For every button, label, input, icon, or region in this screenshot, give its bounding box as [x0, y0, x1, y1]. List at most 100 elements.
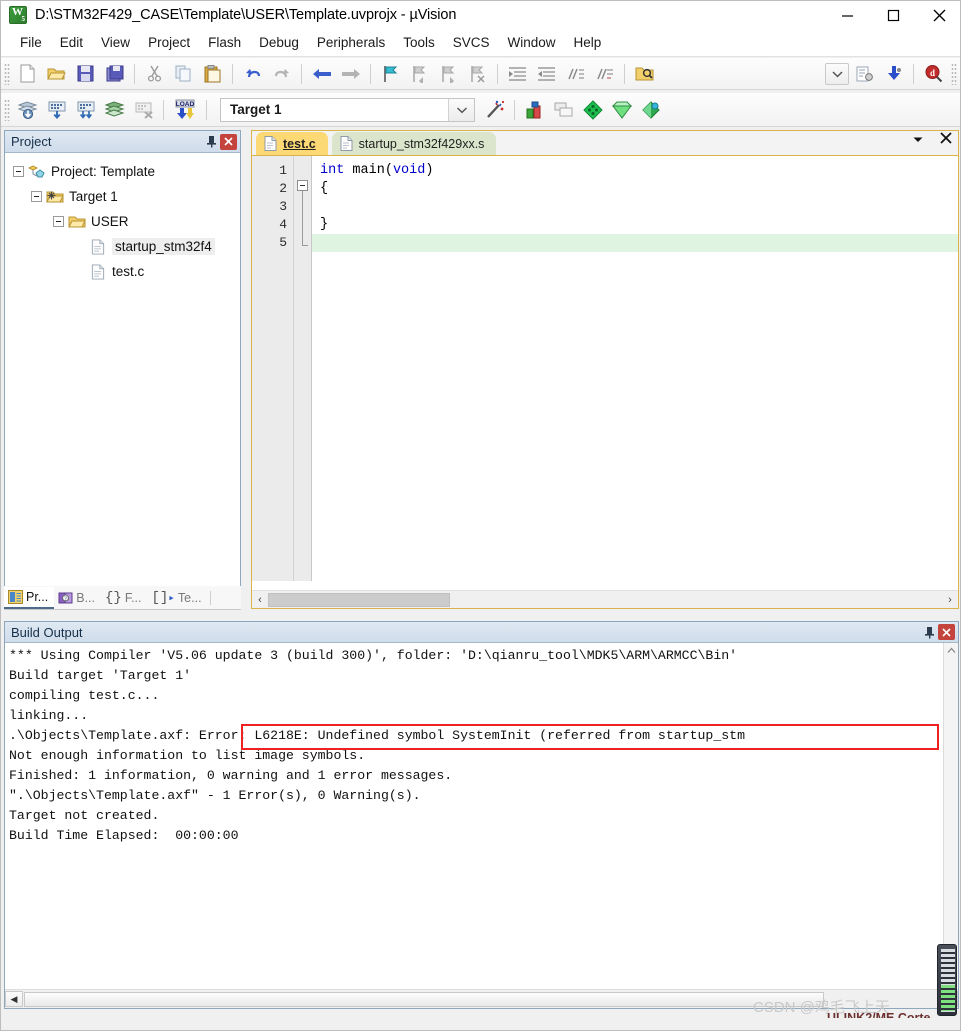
menu-view[interactable]: View	[92, 32, 139, 53]
close-icon[interactable]	[938, 624, 955, 640]
pin-icon[interactable]	[920, 626, 938, 639]
fold-collapse-icon[interactable]	[297, 180, 308, 191]
pack-installer-icon[interactable]	[579, 97, 606, 123]
copy-icon[interactable]	[170, 61, 197, 87]
build-vertical-scrollbar[interactable]	[943, 643, 958, 987]
menu-flash[interactable]: Flash	[199, 32, 250, 53]
rebuild-icon[interactable]	[72, 97, 99, 123]
scrollbar-thumb[interactable]	[24, 991, 824, 1007]
chevron-down-icon[interactable]	[825, 62, 849, 85]
scroll-left-arrow-icon[interactable]: ◀	[5, 991, 23, 1007]
navigate-back-icon[interactable]	[308, 61, 335, 87]
menu-project[interactable]: Project	[139, 32, 199, 53]
maximize-icon[interactable]	[870, 1, 916, 29]
scrollbar-thumb[interactable]	[268, 592, 450, 607]
scroll-left-arrow-icon[interactable]: ‹	[252, 594, 268, 606]
redo-icon[interactable]	[268, 61, 295, 87]
tree-node-startup-file[interactable]: startup_stm32f4	[9, 234, 236, 259]
menu-svcs[interactable]: SVCS	[444, 32, 499, 53]
menu-tools[interactable]: Tools	[394, 32, 444, 53]
tree-node-project[interactable]: Project: Template	[9, 159, 236, 184]
fold-gutter[interactable]	[294, 156, 312, 581]
run-time-env-icon[interactable]	[608, 97, 635, 123]
scroll-up-arrow-icon[interactable]	[944, 643, 958, 658]
paste-icon[interactable]	[199, 61, 226, 87]
tab-project[interactable]: Pr...	[4, 587, 55, 609]
software-packs-icon[interactable]	[637, 97, 664, 123]
magic-wand-icon[interactable]	[481, 97, 508, 123]
expander-icon[interactable]	[31, 191, 42, 202]
save-icon[interactable]	[72, 61, 99, 87]
bookmark-next-icon[interactable]	[435, 61, 462, 87]
build-output-text[interactable]: *** Using Compiler 'V5.06 update 3 (buil…	[5, 643, 958, 987]
find-in-files-icon[interactable]	[631, 61, 658, 87]
bookmark-clear-icon[interactable]	[464, 61, 491, 87]
tab-templates[interactable]: []▸ Te...	[147, 587, 207, 609]
editor-tab-startup[interactable]: startup_stm32f429xx.s	[331, 132, 497, 155]
expander-icon[interactable]	[53, 216, 64, 227]
project-tree: Project: Template Target 1 USER startup_…	[5, 153, 240, 290]
configure-icon[interactable]	[851, 61, 878, 87]
fold-range-line	[302, 191, 308, 246]
close-icon[interactable]	[916, 1, 960, 29]
code-token: )	[425, 163, 434, 178]
tree-node-user-folder[interactable]: USER	[9, 209, 236, 234]
tree-node-testc-file[interactable]: test.c	[9, 259, 236, 284]
menu-edit[interactable]: Edit	[51, 32, 92, 53]
toolbar-grip[interactable]	[4, 98, 10, 121]
editor-horizontal-scrollbar[interactable]: ‹ ›	[252, 590, 958, 608]
chevron-down-icon[interactable]	[910, 133, 926, 147]
editor-tabstrip: test.c startup_stm32f429xx.s	[252, 131, 958, 156]
tree-node-target[interactable]: Target 1	[9, 184, 236, 209]
tab-functions[interactable]: {} F...	[101, 587, 147, 609]
code-text-area[interactable]: int main(void) { }	[312, 156, 958, 581]
chevron-down-icon[interactable]	[448, 98, 474, 121]
menu-peripherals[interactable]: Peripherals	[308, 32, 394, 53]
tree-label: startup_stm32f4	[112, 238, 215, 255]
comment-icon[interactable]	[562, 61, 589, 87]
bookmark-toggle-icon[interactable]	[377, 61, 404, 87]
close-icon[interactable]	[938, 132, 954, 147]
navigate-forward-icon[interactable]	[337, 61, 364, 87]
toolbar-separator	[163, 99, 164, 120]
debug-download-icon[interactable]	[880, 61, 907, 87]
bookmark-prev-icon[interactable]	[406, 61, 433, 87]
title-bar: D:\STM32F429_CASE\Template\USER\Template…	[1, 1, 960, 29]
new-file-icon[interactable]	[14, 61, 41, 87]
build-icon[interactable]	[43, 97, 70, 123]
menu-window[interactable]: Window	[498, 32, 564, 53]
uvision-window: D:\STM32F429_CASE\Template\USER\Template…	[0, 0, 961, 1031]
expander-icon[interactable]	[13, 166, 24, 177]
tab-books[interactable]: ? B...	[54, 587, 101, 609]
save-all-icon[interactable]	[101, 61, 128, 87]
tab-label: B...	[76, 590, 95, 605]
code-editor[interactable]: 1 2 3 4 5 int main(void) { }	[252, 156, 958, 581]
pin-icon[interactable]	[202, 135, 220, 148]
multi-project-icon[interactable]	[550, 97, 577, 123]
outdent-icon[interactable]	[533, 61, 560, 87]
indent-icon[interactable]	[504, 61, 531, 87]
load-icon[interactable]: LOAD	[170, 97, 200, 123]
line-number: 3	[279, 199, 287, 214]
manage-project-icon[interactable]	[521, 97, 548, 123]
cut-icon[interactable]	[141, 61, 168, 87]
menu-file[interactable]: File	[11, 32, 51, 53]
translate-icon[interactable]	[14, 97, 41, 123]
menu-debug[interactable]: Debug	[250, 32, 308, 53]
undo-icon[interactable]	[239, 61, 266, 87]
toolbar-separator	[134, 63, 135, 84]
open-folder-icon[interactable]	[43, 61, 70, 87]
uncomment-icon[interactable]	[591, 61, 618, 87]
target-selector[interactable]: Target 1	[220, 97, 475, 122]
toolbar-grip[interactable]	[951, 62, 957, 85]
help-search-icon[interactable]: d	[920, 61, 947, 87]
editor-tab-testc[interactable]: test.c	[256, 132, 328, 155]
menu-help[interactable]: Help	[565, 32, 611, 53]
scroll-right-arrow-icon[interactable]: ›	[942, 594, 958, 606]
minimize-icon[interactable]	[824, 1, 870, 29]
batch-build-icon[interactable]	[101, 97, 128, 123]
stop-build-icon[interactable]	[130, 97, 157, 123]
editor-tab-label: startup_stm32f429xx.s	[358, 136, 485, 151]
toolbar-grip[interactable]	[4, 62, 10, 85]
close-icon[interactable]	[220, 133, 237, 150]
